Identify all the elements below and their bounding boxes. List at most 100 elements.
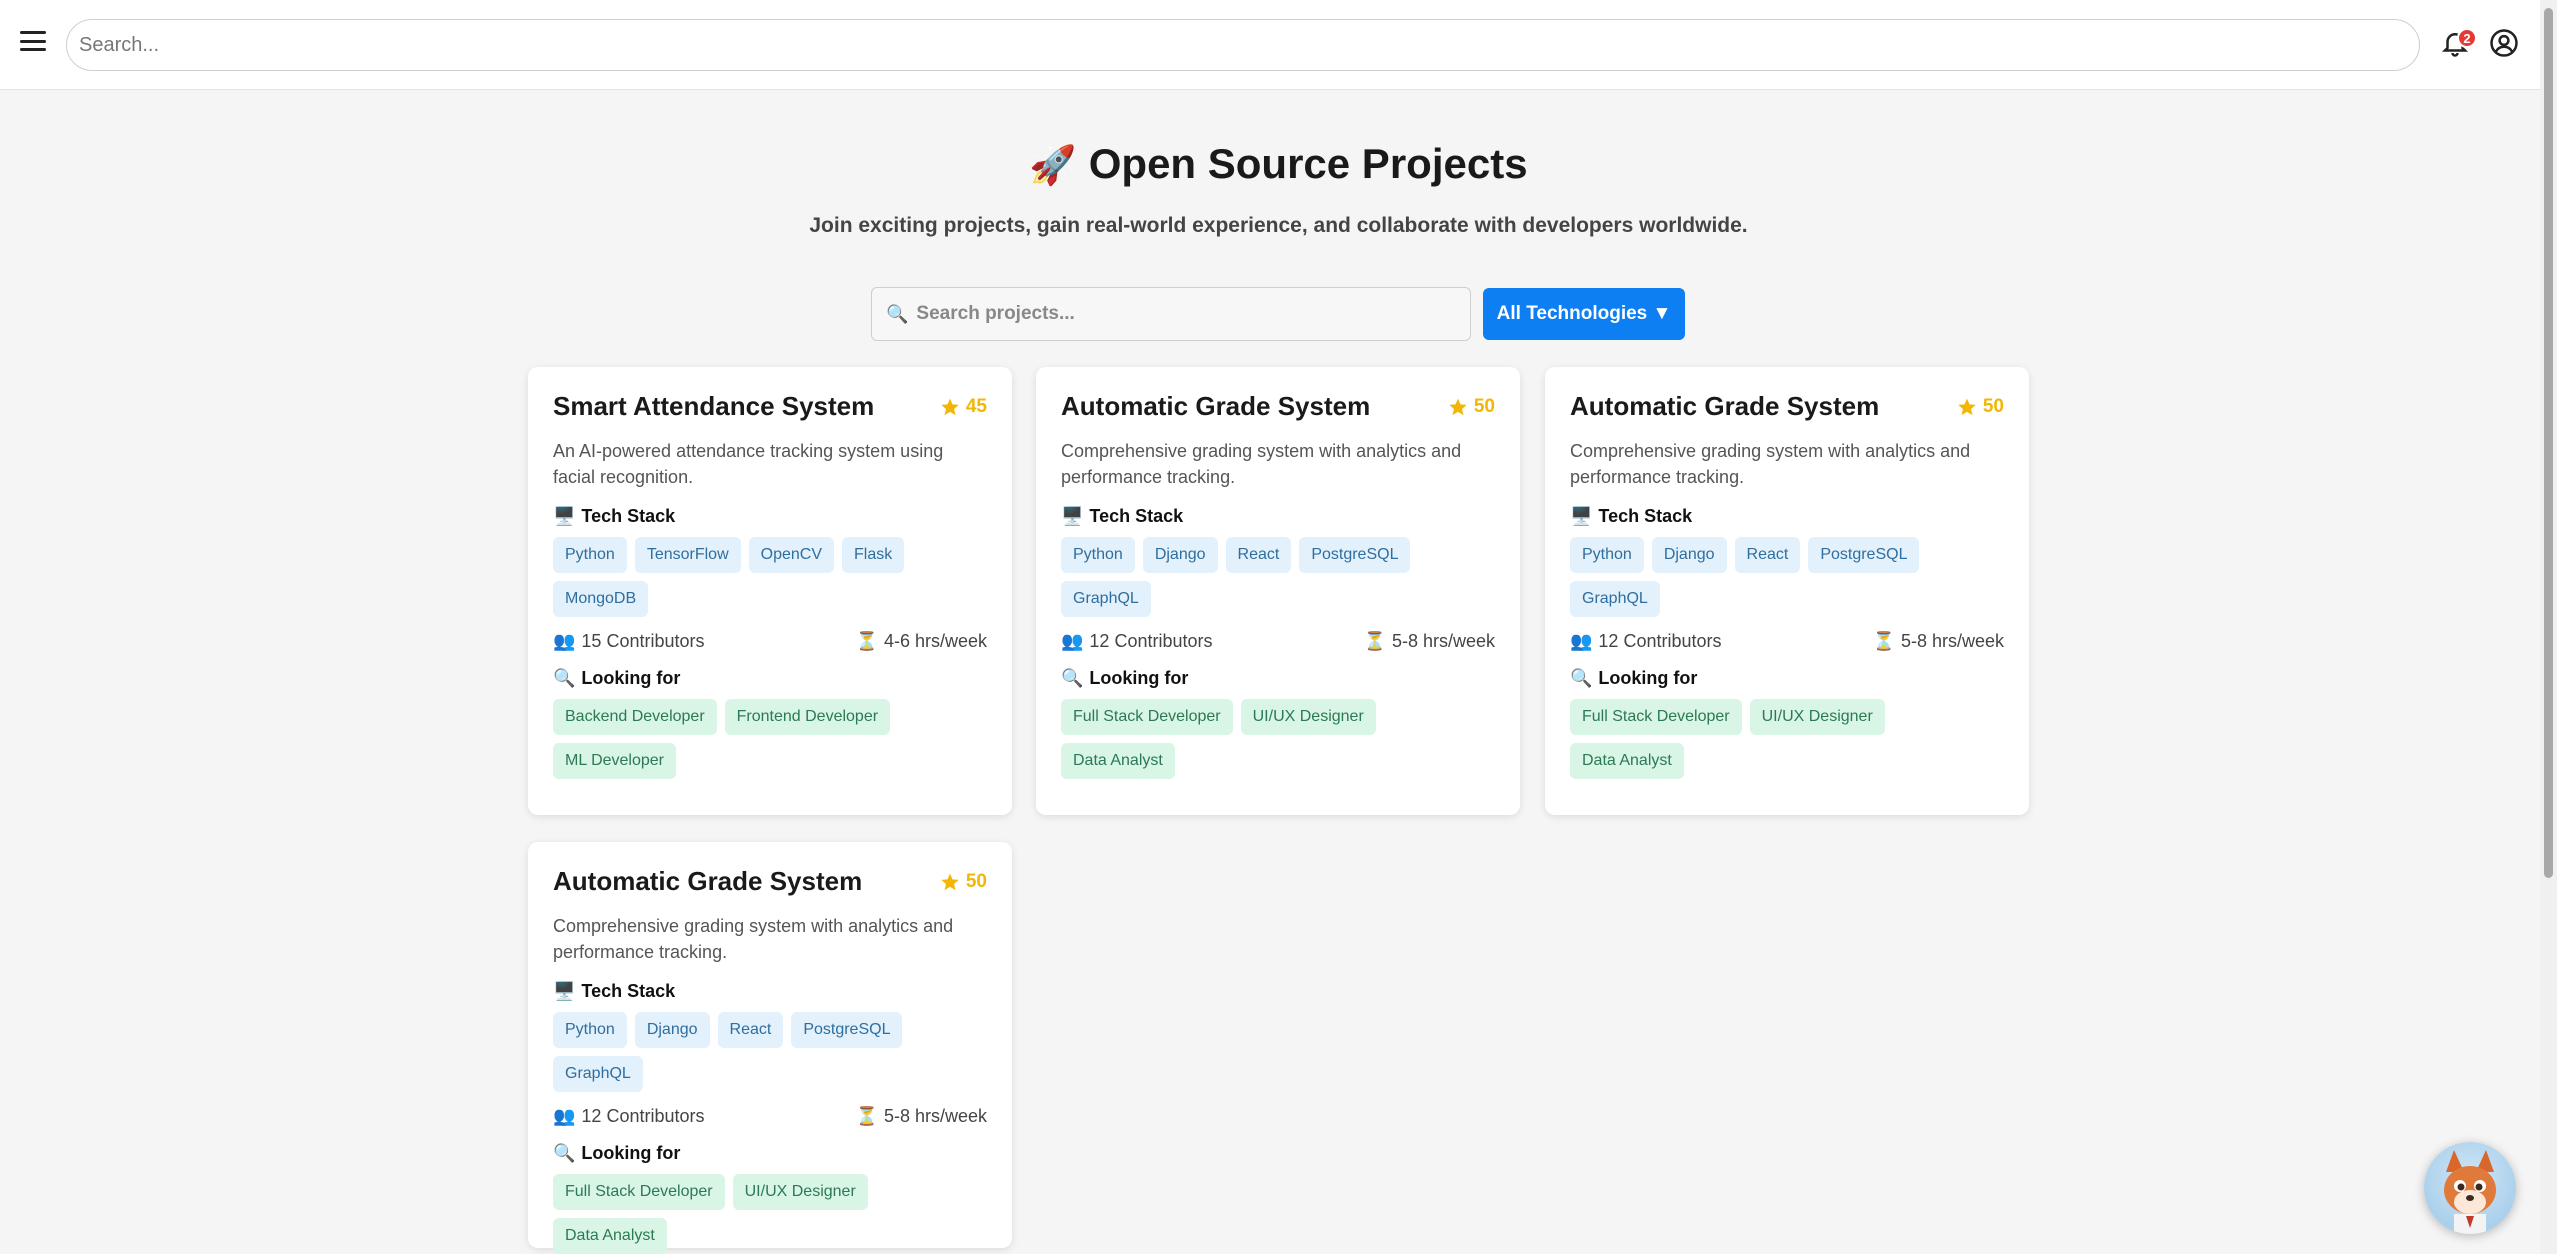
star-rating: 45 [940,396,987,418]
project-title[interactable]: Smart Attendance System [553,391,874,422]
tech-tag[interactable]: Django [1651,537,1727,573]
tech-tag[interactable]: Python [553,537,627,573]
project-meta: 👥 12 Contributors ⏳ 5-8 hrs/week [1061,631,1495,652]
role-tag[interactable]: UI/UX Designer [732,1174,868,1210]
computer-icon: 🖥️ [553,981,576,1001]
time-commitment: ⏳ 5-8 hrs/week [1364,631,1495,652]
tech-tag[interactable]: GraphQL [1570,581,1660,617]
tech-tag[interactable]: GraphQL [553,1056,643,1092]
hourglass-icon: ⏳ [1872,631,1895,651]
tech-stack-label: Tech Stack [1598,506,1693,526]
contributors-info: 👥 12 Contributors [1570,631,1722,652]
tech-stack-heading: 🖥️ Tech Stack [553,981,987,1002]
star-count: 50 [965,870,987,892]
tech-tag[interactable]: React [1225,537,1292,573]
role-tag[interactable]: UI/UX Designer [1240,699,1376,735]
computer-icon: 🖥️ [553,506,576,526]
project-card[interactable]: Automatic Grade System 50 Comprehensive … [528,842,1012,1254]
time-commitment: ⏳ 4-6 hrs/week [856,631,987,652]
search-icon: 🔍 [553,1143,576,1163]
tech-tag[interactable]: GraphQL [1061,581,1151,617]
tech-tag[interactable]: React [1734,537,1801,573]
contributors-count: 15 Contributors [581,631,705,651]
tech-tag[interactable]: PostgreSQL [791,1012,903,1048]
role-tag[interactable]: Full Stack Developer [1570,699,1742,735]
looking-for-heading: 🔍 Looking for [553,1143,987,1164]
looking-for-label: Looking for [1598,668,1698,688]
tech-tag[interactable]: Python [553,1012,627,1048]
project-description: Comprehensive grading system with analyt… [553,916,954,962]
tech-tag-list: Python Django React PostgreSQL GraphQL [1570,537,2004,617]
role-tag[interactable]: Data Analyst [1570,743,1684,779]
user-account-icon[interactable] [2489,28,2519,58]
page-subtitle: Join exciting projects, gain real-world … [809,214,1748,237]
tech-tag[interactable]: Flask [842,537,905,573]
top-bar: 2 [0,0,2540,90]
tech-stack-heading: 🖥️ Tech Stack [553,506,987,527]
looking-for-label: Looking for [581,1143,681,1163]
role-tag[interactable]: ML Developer [553,743,677,779]
role-tag-list: Full Stack Developer UI/UX Designer Data A… [1061,699,1495,779]
global-search-input[interactable] [66,19,2420,71]
project-search-input[interactable] [916,303,1470,325]
tech-stack-label: Tech Stack [581,506,676,526]
project-meta: 👥 12 Contributors ⏳ 5-8 hrs/week [1570,631,2004,652]
hourglass-icon: ⏳ [1363,631,1386,651]
role-tag[interactable]: Full Stack Developer [1061,699,1233,735]
contributors-count: 12 Contributors [1598,631,1722,651]
page-title-text: Open Source Projects [1088,140,1528,187]
tech-tag[interactable]: TensorFlow [634,537,741,573]
role-tag-list: Backend Developer Frontend Developer ML De… [553,699,987,779]
search-icon: 🔍 [1570,668,1593,688]
tech-tag[interactable]: Python [1061,537,1135,573]
page-title: 🚀 Open Source Projects [0,140,2557,188]
star-icon [1448,397,1468,417]
tech-tag-list: Python Django React PostgreSQL GraphQL [553,1012,987,1092]
project-title[interactable]: Automatic Grade System [1061,391,1370,422]
project-description: Comprehensive grading system with analyt… [1570,441,1971,487]
tech-tag[interactable]: Python [1570,537,1644,573]
role-tag[interactable]: UI/UX Designer [1749,699,1885,735]
hours-per-week: 5-8 hrs/week [1900,631,2004,651]
time-commitment: ⏳ 5-8 hrs/week [856,1106,987,1127]
project-search-box[interactable]: 🔍 [871,287,1471,341]
tech-stack-label: Tech Stack [1089,506,1184,526]
tech-tag[interactable]: Django [634,1012,710,1048]
role-tag[interactable]: Frontend Developer [724,699,891,735]
role-tag[interactable]: Data Analyst [1061,743,1175,779]
role-tag[interactable]: Data Analyst [553,1218,667,1254]
people-icon: 👥 [1570,631,1593,651]
role-tag[interactable]: Full Stack Developer [553,1174,725,1210]
technology-filter-button[interactable]: All Technologies ▼ [1483,288,1685,340]
looking-for-label: Looking for [581,668,681,688]
tech-tag[interactable]: React [717,1012,784,1048]
tech-tag[interactable]: PostgreSQL [1808,537,1920,573]
looking-for-heading: 🔍 Looking for [1570,668,2004,689]
scrollbar-thumb[interactable] [2544,8,2553,878]
role-tag[interactable]: Backend Developer [553,699,717,735]
project-title[interactable]: Automatic Grade System [553,866,862,897]
card-header: Automatic Grade System 50 [553,866,987,897]
project-card[interactable]: Automatic Grade System 50 Comprehensive … [1545,367,2029,815]
contributors-count: 12 Contributors [1089,631,1213,651]
project-meta: 👥 12 Contributors ⏳ 5-8 hrs/week [553,1106,987,1127]
role-tag-list: Full Stack Developer UI/UX Designer Data A… [1570,699,2004,779]
contributors-info: 👥 12 Contributors [1061,631,1213,652]
card-header: Automatic Grade System 50 [1061,391,1495,422]
star-rating: 50 [940,871,987,893]
tech-tag[interactable]: Django [1142,537,1218,573]
tech-tag[interactable]: PostgreSQL [1299,537,1411,573]
tech-tag[interactable]: MongoDB [553,581,649,617]
project-card[interactable]: Smart Attendance System 45 An AI-powered… [528,367,1012,815]
rocket-icon: 🚀 [1029,145,1077,187]
project-title[interactable]: Automatic Grade System [1570,391,1879,422]
hamburger-menu-icon[interactable] [20,28,46,54]
project-meta: 👥 15 Contributors ⏳ 4-6 hrs/week [553,631,987,652]
assistant-avatar[interactable] [2424,1142,2516,1234]
tech-tag[interactable]: OpenCV [748,537,834,573]
project-card[interactable]: Automatic Grade System 50 Comprehensive … [1036,367,1520,815]
hours-per-week: 4-6 hrs/week [883,631,987,651]
fox-mascot-icon [2444,1150,2496,1234]
computer-icon: 🖥️ [1570,506,1593,526]
hours-per-week: 5-8 hrs/week [1391,631,1495,651]
